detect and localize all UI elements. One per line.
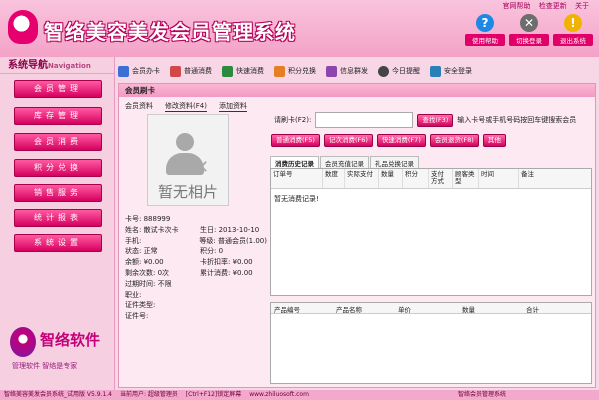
action-buttons: 普通消费(F5) 记次消费(F6) 快速消费(F7) 会员退货(F8) 其他 xyxy=(271,134,506,147)
add-member-link[interactable]: 添加资料 xyxy=(218,101,247,112)
exit-button[interactable]: ! 退出系统 xyxy=(553,14,593,46)
message-icon xyxy=(326,65,337,77)
member-tabs: 会员资料 修改资料(F4) 添加资料 xyxy=(125,101,247,112)
panel-title: 会员刷卡 xyxy=(119,84,595,97)
tool-consume[interactable]: 普通消费 xyxy=(170,65,212,77)
tool-points[interactable]: 积分兑换 xyxy=(274,65,316,77)
app-title: 智络美容美发会员管理系统 xyxy=(44,20,296,44)
brand-name: 智络软件 xyxy=(40,331,101,349)
member-info: 卡号: 888999 姓名: 散试卡次卡 生日: 2013-10-10 手机: 等级… xyxy=(125,215,267,321)
tool-lock[interactable]: 安全登录 xyxy=(430,65,472,77)
about-link[interactable]: 关于 xyxy=(575,2,589,10)
brand-block: 智络软件 管理软件 智络是专家 xyxy=(10,327,105,382)
sidebar-item-sales[interactable]: 销售服务 xyxy=(14,184,102,202)
switch-login-button[interactable]: ✕ 切换登录 xyxy=(509,14,549,46)
other-button[interactable]: 其他 xyxy=(482,134,506,147)
brand-logo xyxy=(10,327,36,357)
member-panel: 会员刷卡 会员资料 修改资料(F4) 添加资料 ✕ 暂无相片 卡号: 88899… xyxy=(118,83,596,388)
clock-icon xyxy=(378,65,389,77)
fast-consume-button[interactable]: 快速消费(F7) xyxy=(376,134,426,147)
card-icon xyxy=(118,65,129,77)
sidebar-item-reports[interactable]: 统计报表 xyxy=(14,209,102,227)
toolbar: 会员办卡 普通消费 快速消费 积分兑换 信息群发 今日提醒 安全登录 xyxy=(118,62,596,80)
normal-consume-button[interactable]: 普通消费(F5) xyxy=(271,134,320,147)
card-search-row: 请刷卡(F2): 查找(F3) 输入卡号或手机号码按回车键搜索会员 xyxy=(274,112,576,128)
sidebar-item-member[interactable]: 会员管理 xyxy=(14,80,102,98)
avatar-icon xyxy=(176,133,194,151)
help-button[interactable]: ? 使用帮助 xyxy=(465,14,505,46)
update-link[interactable]: 检查更新 xyxy=(539,2,567,10)
tool-fast[interactable]: 快速消费 xyxy=(222,65,264,77)
consume-history-table: 订单号 数度 实际支付 数量 积分 支付方式 顾客类型 时间 备注 暂无消费记录… xyxy=(270,168,592,296)
photo-placeholder-text: 暂无相片 xyxy=(157,183,218,201)
fast-icon xyxy=(222,65,233,77)
table-header: 产品编号 产品名称 单价 数量 合计 xyxy=(271,303,591,314)
product-detail-table: 产品编号 产品名称 单价 数量 合计 xyxy=(270,302,592,384)
edit-member-link[interactable]: 修改资料(F4) xyxy=(165,101,207,112)
sidebar-item-inventory[interactable]: 库存管理 xyxy=(14,107,102,125)
status-user: 当前用户: 超级管理员 xyxy=(119,391,178,398)
sidebar-item-settings[interactable]: 系统设置 xyxy=(14,234,102,252)
cash-icon xyxy=(170,65,181,77)
status-lock-hint: [Ctrl+F12]锁定屏幕 xyxy=(185,391,242,398)
card-input[interactable] xyxy=(315,112,414,128)
app-logo xyxy=(8,10,38,44)
empty-message: 暂无消费记录! xyxy=(274,195,319,203)
card-label: 请刷卡(F2): xyxy=(274,116,312,124)
nav-title: 系统导航Navigation xyxy=(0,57,114,74)
status-bar: 智络美容美发会员系统_试用版 V5.9.1.4 当前用户: 超级管理员 [Ctr… xyxy=(0,390,599,400)
lock-icon xyxy=(430,65,441,77)
help-link[interactable]: 官网帮助 xyxy=(503,2,531,10)
count-consume-button[interactable]: 记次消费(F6) xyxy=(323,134,373,147)
status-brand: 智络会员管理系统 xyxy=(458,391,507,398)
member-photo: ✕ 暂无相片 xyxy=(147,114,229,206)
tool-card[interactable]: 会员办卡 xyxy=(118,65,160,77)
search-hint: 输入卡号或手机号码按回车键搜索会员 xyxy=(457,116,577,124)
sidebar: 系统导航Navigation 会员管理 库存管理 会员消费 积分兑换 销售服务 … xyxy=(0,57,115,390)
status-website[interactable]: www.zhiluosoft.com xyxy=(249,391,309,398)
help-icon: ? xyxy=(476,14,494,32)
return-button[interactable]: 会员退货(F8) xyxy=(429,134,479,147)
tab-member-info[interactable]: 会员资料 xyxy=(125,101,153,112)
close-icon: ✕ xyxy=(194,157,210,178)
brand-slogan: 管理软件 智络是专家 xyxy=(12,362,78,370)
sidebar-item-points[interactable]: 积分兑换 xyxy=(14,159,102,177)
tool-reminder[interactable]: 今日提醒 xyxy=(378,65,420,77)
table-header: 订单号 数度 实际支付 数量 积分 支付方式 顾客类型 时间 备注 xyxy=(271,169,591,189)
gift-icon xyxy=(274,65,285,77)
search-button[interactable]: 查找(F3) xyxy=(417,113,454,127)
tool-message[interactable]: 信息群发 xyxy=(326,65,368,77)
sidebar-item-consume[interactable]: 会员消费 xyxy=(14,133,102,151)
status-version: 智络美容美发会员系统_试用版 V5.9.1.4 xyxy=(4,391,113,398)
top-links: 官网帮助 检查更新 关于 xyxy=(497,1,589,11)
title-bar: 智络美容美发会员管理系统 官网帮助 检查更新 关于 ? 使用帮助 ✕ 切换登录 … xyxy=(0,0,599,57)
tools-icon: ✕ xyxy=(520,14,538,32)
warning-icon: ! xyxy=(564,14,582,32)
